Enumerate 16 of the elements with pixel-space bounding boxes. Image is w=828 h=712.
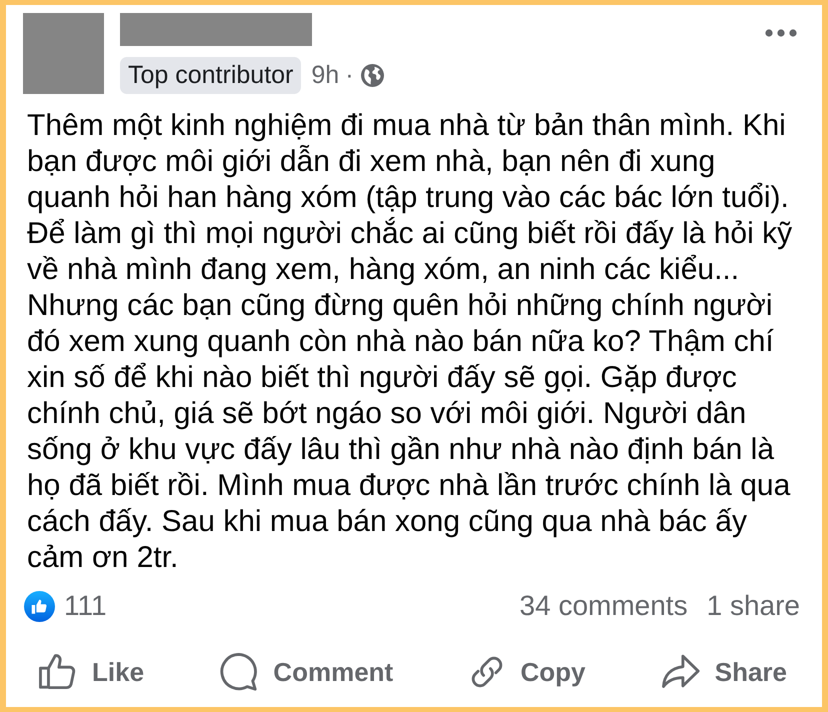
- more-options-icon[interactable]: [765, 29, 797, 37]
- top-contributor-badge: Top contributor: [120, 57, 302, 94]
- share-count[interactable]: 1 share: [706, 590, 800, 622]
- like-button[interactable]: Like: [38, 647, 144, 697]
- copy-button[interactable]: Copy: [468, 647, 586, 697]
- post-time[interactable]: 9h: [311, 61, 340, 90]
- comment-count[interactable]: 34 comments: [520, 590, 688, 622]
- reaction-count[interactable]: 111: [64, 590, 107, 622]
- share-button[interactable]: Share: [660, 647, 787, 697]
- post-text: Thêm một kinh nghiệm đi mua nhà từ bản thân mình. Khi bạn được môi giới dẫn đi xem nhà, bạn nên đi xung quanh hỏi han hàng xóm (tập trung vào các bác lớn tuổi). Để làm gì thì mọi người chắc ai cũng biết rồi đấy là hỏi kỹ về nhà mình đang xem, hàng xóm, an ninh các kiểu... Nhưng các bạn cũng đừng quên hỏi những chính người đó xem xung quanh còn nhà nào bán nữa ko? Thậm chí xin số để khi nào biết thì người đấy sẽ gọi. Gặp được chính chủ, giá sẽ bớt ngáo so với môi giới. Người dân sống ở khu vực đấy lâu thì gần như nhà nào định bán là họ đã biết rồi. Mình mua được nhà lần trước chính là qua cách đấy. Sau khi mua bán xong cũng qua nhà bác ấy cảm ơn 2tr.: [27, 108, 792, 576]
- dot-separator: ·: [345, 61, 354, 90]
- speech-bubble-icon: [219, 652, 260, 692]
- like-reaction-icon: [24, 590, 55, 622]
- globe-icon: [360, 64, 384, 87]
- comment-button[interactable]: Comment: [219, 647, 394, 697]
- thumbs-up-icon: [38, 652, 78, 692]
